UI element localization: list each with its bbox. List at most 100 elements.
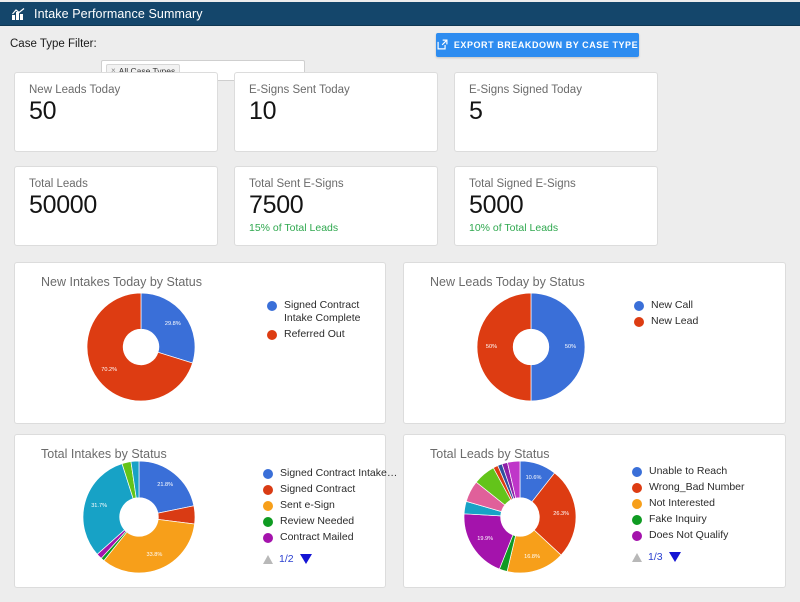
kpi-row-today: New Leads Today 50 E-Signs Sent Today 10…	[14, 72, 658, 152]
legend-item[interactable]: Sent e-Sign	[263, 499, 397, 512]
chart-title: Total Leads by Status	[430, 447, 550, 461]
kpi-value: 50000	[29, 191, 98, 219]
pager-down-icon[interactable]	[668, 552, 681, 562]
legend-item[interactable]: Referred Out	[267, 328, 385, 341]
legend-color-dot	[267, 300, 277, 311]
case-type-filter-label: Case Type Filter:	[10, 38, 97, 50]
legend-color-dot	[263, 532, 273, 543]
slice-label: 50%	[564, 344, 577, 350]
legend-item[interactable]: Signed Contract Intake Complete	[267, 299, 385, 325]
legend-item[interactable]: Review Needed	[263, 515, 397, 528]
chart-title: Total Intakes by Status	[41, 447, 167, 461]
slice-label: 31.7%	[91, 503, 108, 510]
kpi-title: E-Signs Sent Today	[249, 84, 350, 96]
legend-item[interactable]: Wrong_Bad Number	[632, 481, 745, 494]
donut-chart[interactable]: 50% 50%	[477, 293, 585, 401]
slice-label: 10.6%	[525, 474, 542, 481]
dashboard-page: Intake Performance Summary Case Type Fil…	[0, 0, 800, 602]
legend-item[interactable]: Not Interested	[632, 497, 745, 510]
legend-item[interactable]: Signed Contract	[263, 483, 397, 496]
legend-color-dot	[267, 329, 277, 340]
legend-color-dot	[632, 530, 642, 541]
kpi-title: Total Signed E-Signs	[469, 178, 576, 190]
export-button-label: EXPORT BREAKDOWN BY CASE TYPE	[453, 40, 639, 50]
legend-color-dot	[263, 516, 273, 527]
legend-label: Signed Contract Intake…	[280, 467, 398, 479]
kpi-card-total-sent-esigns: Total Sent E-Signs 7500 15% of Total Lea…	[234, 166, 438, 246]
legend-color-dot	[634, 300, 644, 311]
kpi-subtext: 10% of Total Leads	[469, 222, 559, 234]
chart-title: New Leads Today by Status	[430, 275, 585, 289]
legend-label: Does Not Qualify	[649, 529, 729, 541]
legend-label: Referred Out	[284, 328, 345, 340]
legend-color-dot	[263, 484, 273, 495]
slice-label: 16.8%	[524, 553, 540, 560]
filter-bar: Case Type Filter: × All Case Types	[0, 26, 800, 81]
kpi-card-total-leads: Total Leads 50000	[14, 166, 218, 246]
slice-label: 33.8%	[146, 552, 163, 559]
legend-color-dot	[632, 498, 642, 509]
kpi-card-new-leads-today: New Leads Today 50	[14, 72, 218, 152]
slice-label: 70.2%	[101, 367, 118, 374]
slice-label: 50%	[485, 344, 498, 350]
kpi-title: New Leads Today	[29, 84, 121, 96]
chart-legend: New Call New Lead	[634, 299, 698, 331]
donut-chart[interactable]: 10.6% 26.3% 16.8% 19.9%	[464, 461, 576, 573]
legend-label: Signed Contract Intake Complete	[284, 299, 361, 324]
legend-label: Contract Mailed	[280, 531, 354, 543]
legend-item[interactable]: New Call	[634, 299, 698, 312]
kpi-value: 50	[29, 97, 57, 125]
chart-card-total-leads: Total Leads by Status 10.6% 26.3% 16.8% 19.…	[403, 434, 786, 588]
pager-count: 1/3	[648, 551, 663, 563]
export-breakdown-button[interactable]: EXPORT BREAKDOWN BY CASE TYPE	[436, 33, 639, 57]
chart-legend: Unable to Reach Wrong_Bad Number Not Inter…	[632, 465, 745, 563]
chart-legend: Signed Contract Intake Complete Referred …	[267, 299, 385, 344]
kpi-title: E-Signs Signed Today	[469, 84, 582, 96]
legend-color-dot	[263, 500, 273, 511]
legend-item[interactable]: Unable to Reach	[632, 465, 745, 478]
legend-label: New Lead	[651, 315, 699, 327]
legend-item[interactable]: New Lead	[634, 315, 698, 328]
pager-down-icon[interactable]	[299, 554, 312, 564]
kpi-value: 10	[249, 97, 277, 125]
donut-chart[interactable]: 21.8% 33.8% 31.7%	[83, 461, 195, 573]
legend-item[interactable]: Signed Contract Intake…	[263, 467, 397, 480]
slice-label: 26.3%	[553, 510, 570, 517]
kpi-title: Total Sent E-Signs	[249, 178, 344, 190]
chart-card-new-intakes-today: New Intakes Today by Status 29.8% 70.2% S…	[14, 262, 386, 424]
pager-up-icon[interactable]	[632, 552, 642, 562]
donut-chart[interactable]: 29.8% 70.2%	[87, 293, 195, 401]
kpi-value: 5000	[469, 191, 524, 219]
legend-color-dot	[634, 316, 644, 327]
legend-pager: 1/3	[632, 551, 745, 563]
legend-label: Sent e-Sign	[280, 499, 335, 511]
legend-color-dot	[263, 468, 273, 479]
chart-legend: Signed Contract Intake… Signed Contract Se…	[263, 467, 397, 565]
legend-label: Signed Contract	[280, 483, 356, 495]
legend-item[interactable]: Does Not Qualify	[632, 529, 745, 542]
external-link-icon	[437, 39, 448, 52]
chart-title: New Intakes Today by Status	[41, 275, 202, 289]
slice-label: 19.9%	[477, 536, 494, 543]
chart-icon	[12, 7, 25, 20]
legend-pager: 1/2	[263, 553, 397, 565]
kpi-value: 5	[469, 97, 483, 125]
legend-item[interactable]: Contract Mailed	[263, 531, 397, 544]
legend-label: Wrong_Bad Number	[649, 481, 745, 493]
kpi-card-esigns-sent-today: E-Signs Sent Today 10	[234, 72, 438, 152]
legend-item[interactable]: Fake Inquiry	[632, 513, 745, 526]
pager-up-icon[interactable]	[263, 554, 273, 564]
kpi-card-esigns-signed-today: E-Signs Signed Today 5	[454, 72, 658, 152]
kpi-subtext: 15% of Total Leads	[249, 222, 339, 234]
legend-label: Review Needed	[280, 515, 355, 527]
pager-count: 1/2	[279, 553, 294, 565]
legend-label: Unable to Reach	[649, 465, 728, 477]
kpi-title: Total Leads	[29, 178, 88, 190]
legend-label: Not Interested	[649, 497, 715, 509]
slice-label: 29.8%	[164, 320, 181, 327]
legend-color-dot	[632, 482, 642, 493]
kpi-value: 7500	[249, 191, 304, 219]
legend-color-dot	[632, 466, 642, 477]
legend-label: Fake Inquiry	[649, 513, 707, 525]
chart-card-new-leads-today: New Leads Today by Status 50% 50% New Cal…	[403, 262, 786, 424]
